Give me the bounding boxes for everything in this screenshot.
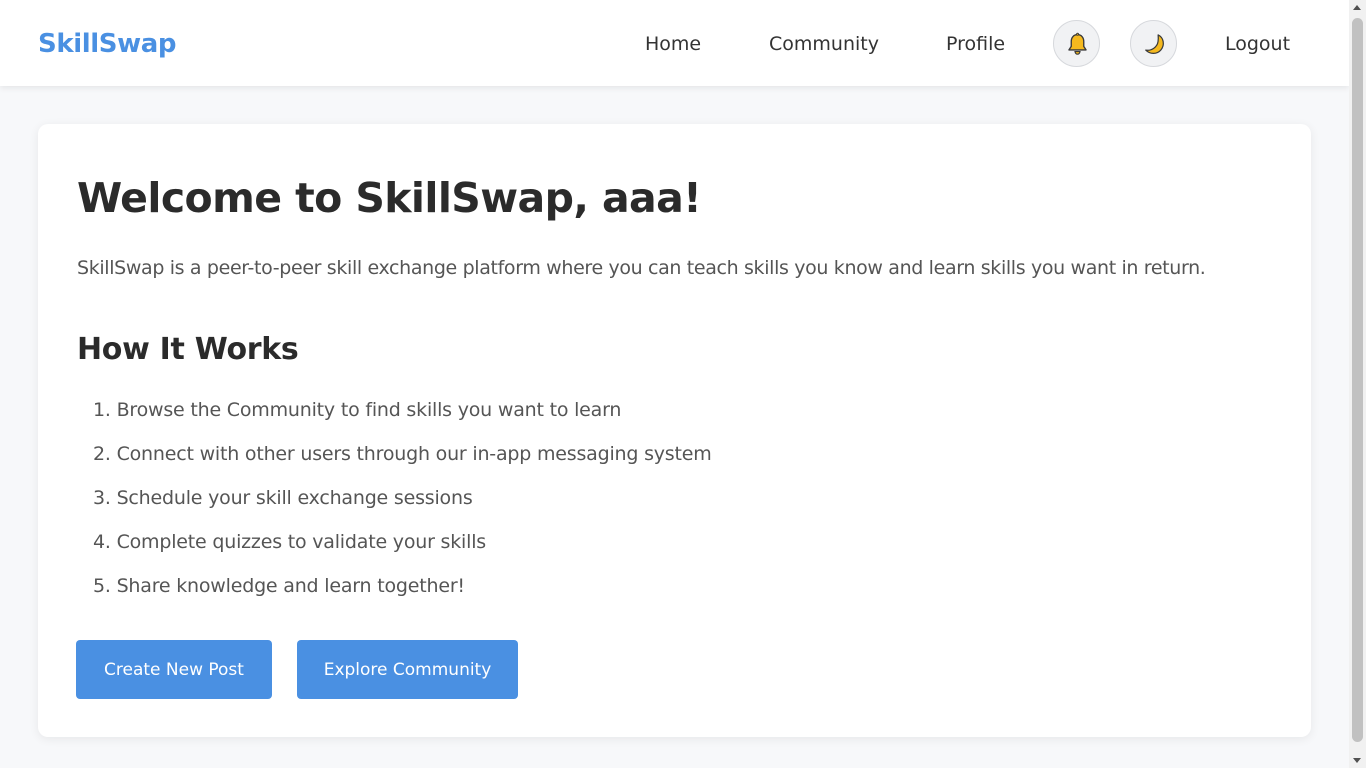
- page-title: Welcome to SkillSwap, aaa!: [77, 174, 702, 222]
- theme-toggle-button[interactable]: [1130, 20, 1177, 67]
- steps-list: 1. Browse the Community to find skills y…: [93, 395, 712, 615]
- step-item: 1. Browse the Community to find skills y…: [93, 399, 622, 421]
- scroll-down-arrow-icon[interactable]: [1353, 758, 1361, 763]
- notifications-button[interactable]: [1053, 20, 1100, 67]
- welcome-card: Welcome to SkillSwap, aaa! SkillSwap is …: [38, 124, 1311, 737]
- brand-logo[interactable]: SkillSwap: [38, 27, 176, 61]
- vertical-scrollbar[interactable]: [1349, 0, 1366, 768]
- scroll-up-arrow-icon[interactable]: [1353, 5, 1361, 10]
- logout-link[interactable]: Logout: [1225, 30, 1290, 58]
- bell-icon: [1068, 32, 1087, 55]
- nav-link-profile[interactable]: Profile: [946, 30, 1005, 58]
- step-item: 3. Schedule your skill exchange sessions: [93, 487, 473, 509]
- step-item: 5. Share knowledge and learn together!: [93, 575, 465, 597]
- how-it-works-heading: How It Works: [77, 332, 299, 367]
- explore-community-button[interactable]: Explore Community: [297, 640, 518, 699]
- create-post-button[interactable]: Create New Post: [76, 640, 272, 699]
- nav-link-community[interactable]: Community: [769, 30, 879, 58]
- intro-text: SkillSwap is a peer-to-peer skill exchan…: [77, 257, 1206, 279]
- nav-link-home[interactable]: Home: [645, 30, 701, 58]
- step-item: 4. Complete quizzes to validate your ski…: [93, 531, 486, 553]
- navbar: SkillSwap Home Community Profile Logout: [0, 0, 1349, 86]
- scrollbar-thumb[interactable]: [1352, 18, 1363, 742]
- moon-icon: [1145, 34, 1164, 55]
- step-item: 2. Connect with other users through our …: [93, 443, 712, 465]
